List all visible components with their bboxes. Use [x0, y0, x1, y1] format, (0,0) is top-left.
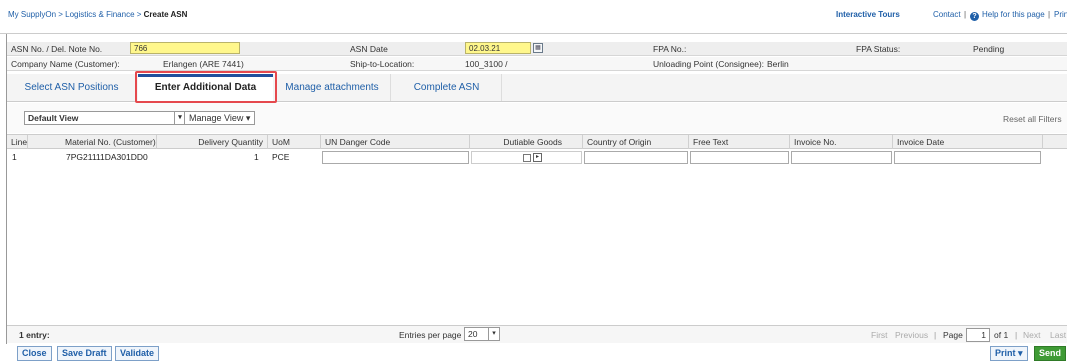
unloading-value: Berlin [767, 59, 789, 69]
invoice-date-input[interactable] [894, 151, 1041, 164]
help-label: Help for this page [982, 10, 1045, 19]
column-header[interactable]: UN Danger Code [321, 135, 470, 149]
breadcrumb-current: Create ASN [143, 10, 188, 19]
dutiable-goods-checkbox[interactable] [523, 154, 531, 162]
fpa-no-label: FPA No.: [653, 44, 687, 54]
top-bar: My SupplyOn > Logistics & Finance > Crea… [0, 0, 1067, 34]
last-page-link[interactable]: Last [1050, 330, 1066, 340]
asn-label: ASN No. / Del. Note No. [11, 44, 103, 54]
page-number-input[interactable]: 1 [966, 328, 990, 342]
fpa-status-value: Pending [973, 44, 1005, 54]
company-value: Erlangen (ARE 7441) [163, 59, 244, 69]
column-header[interactable]: Delivery Quantity [157, 135, 268, 149]
manage-view-button[interactable]: Manage View ▾ [184, 111, 256, 125]
free-text-input[interactable] [690, 151, 789, 164]
document-icon[interactable]: ▸ [533, 153, 542, 162]
asn-number-field[interactable]: 766 [130, 42, 240, 54]
cell-uom: PCE [272, 152, 290, 162]
column-header[interactable]: UoM [268, 135, 321, 149]
validate-button[interactable]: Validate [115, 346, 160, 361]
calendar-icon[interactable]: ▦ [533, 43, 543, 53]
chevron-down-icon: ▾ [1018, 348, 1023, 358]
view-select-value: Default View [28, 113, 79, 123]
un-danger-code-input[interactable] [322, 151, 469, 164]
fpa-status-label: FPA Status: [856, 44, 901, 54]
dutiable-goods-cell: ▸ [471, 151, 582, 164]
tab-complete-asn[interactable]: Complete ASN [392, 74, 502, 101]
reset-filters-link[interactable]: Reset all Filters [1003, 114, 1062, 124]
column-header[interactable]: Invoice Date [893, 135, 1043, 149]
view-toolbar: Default View ▾ Manage View ▾ Reset all F… [7, 103, 1067, 133]
unloading-label: Unloading Point (Consignee): [653, 59, 765, 69]
save-draft-button[interactable]: Save Draft [57, 346, 112, 361]
interactive-tours-link[interactable]: Interactive Tours [836, 10, 900, 19]
first-page-link[interactable]: First [871, 330, 888, 340]
breadcrumb-home[interactable]: My SupplyOn [8, 10, 56, 19]
send-button[interactable]: Send [1034, 346, 1067, 361]
cell-line: 1 [12, 152, 17, 162]
print-label: Print [995, 348, 1016, 358]
active-tab-highlight [135, 71, 277, 103]
column-header[interactable]: Material No. (Customer) [28, 135, 157, 149]
country-of-origin-input[interactable] [584, 151, 688, 164]
invoice-no-input[interactable] [791, 151, 892, 164]
asn-date-label: ASN Date [350, 44, 388, 54]
page-total: of 1 [994, 330, 1009, 340]
entries-per-page-label: Entries per page [399, 330, 462, 340]
next-page-link[interactable]: Next [1023, 330, 1040, 340]
print-button[interactable]: Print ▾ [990, 346, 1028, 361]
ship-to-value: 100_3100 / [465, 59, 508, 69]
page-label: Page [943, 330, 963, 340]
entries-per-page-select[interactable]: 20 ▾ [464, 327, 500, 341]
breadcrumb-section[interactable]: Logistics & Finance [65, 10, 134, 19]
column-header[interactable]: Line [7, 135, 28, 149]
chevron-down-icon: ▾ [488, 328, 499, 340]
column-header[interactable]: Country of Origin [583, 135, 689, 149]
asn-date-field[interactable]: 02.03.21 [465, 42, 531, 54]
chevron-down-icon: ▾ [245, 113, 251, 123]
help-icon: ? [970, 12, 979, 21]
column-header[interactable]: Invoice No. [790, 135, 893, 149]
grid-footer: 1 entry: Entries per page 20 ▾ First Pre… [7, 325, 1067, 343]
column-header[interactable]: Dutiable Goods [470, 135, 583, 149]
tab-manage-attachments[interactable]: Manage attachments [274, 74, 391, 101]
company-label: Company Name (Customer): [11, 59, 120, 69]
help-link[interactable]: ? Help for this page [970, 10, 1045, 21]
close-button[interactable]: Close [17, 346, 52, 361]
grid-header: Line Material No. (Customer) Delivery Qu… [7, 134, 1067, 149]
header-row-1: ASN No. / Del. Note No. 766 ASN Date 02.… [7, 42, 1067, 56]
previous-page-link[interactable]: Previous [895, 330, 928, 340]
print-link[interactable]: Prin [1054, 10, 1067, 19]
cell-quantity: 1 [254, 152, 259, 162]
ship-to-label: Ship-to-Location: [350, 59, 415, 69]
breadcrumb: My SupplyOn > Logistics & Finance > Crea… [8, 10, 188, 19]
tab-select-asn-positions[interactable]: Select ASN Positions [7, 74, 137, 101]
view-select[interactable]: Default View ▾ [24, 111, 186, 125]
action-bar: Close Save Draft Validate Print ▾ Send [0, 344, 1067, 363]
header-row-2: Company Name (Customer): Erlangen (ARE 7… [7, 57, 1067, 71]
entries-per-page-value: 20 [468, 329, 478, 339]
cell-material: 7PG21111DA301DD0 [66, 152, 148, 162]
entry-count: 1 entry: [19, 330, 50, 340]
column-header[interactable]: Free Text [689, 135, 790, 149]
manage-view-label: Manage View [189, 113, 244, 123]
contact-link[interactable]: Contact [933, 10, 961, 19]
